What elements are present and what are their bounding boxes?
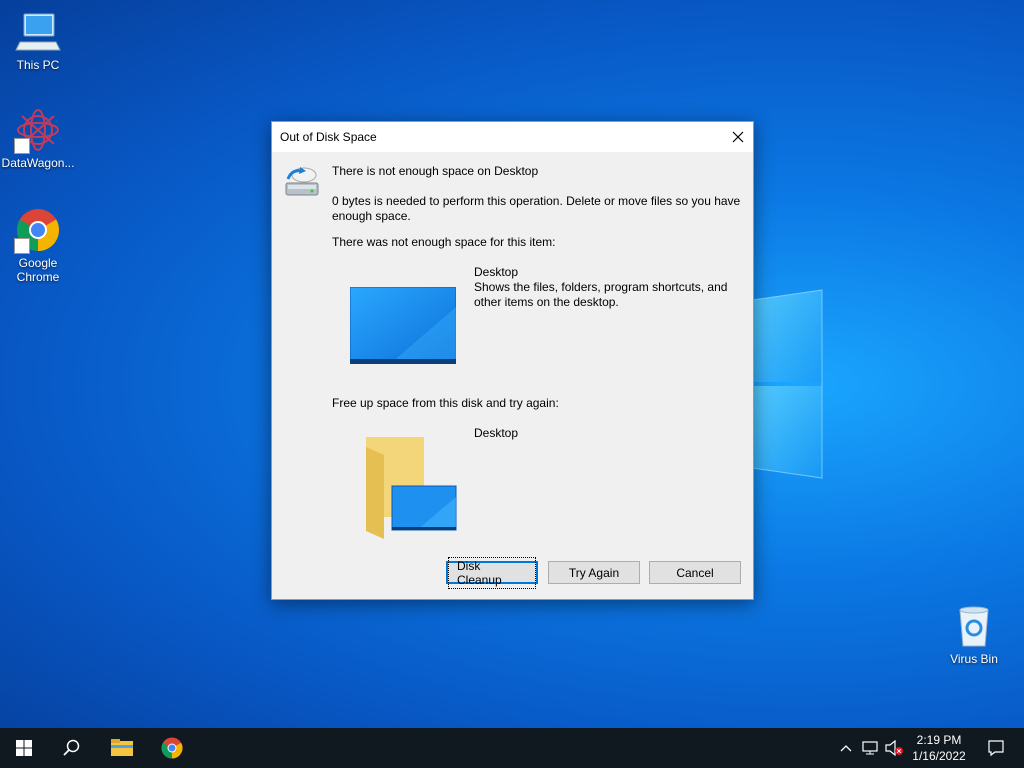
windows-start-icon <box>16 740 32 756</box>
shortcut-arrow-icon <box>14 138 30 154</box>
clock-time: 2:19 PM <box>916 733 962 747</box>
clock[interactable]: 2:19 PM 1/16/2022 <box>906 731 972 765</box>
disk-name: Desktop <box>474 426 519 440</box>
show-hidden-icons-button[interactable] <box>834 728 858 768</box>
chrome-icon <box>161 737 183 759</box>
try-again-button[interactable]: Try Again <box>548 561 640 584</box>
datawagon-icon <box>14 106 62 154</box>
desktop-icon-label: DataWagon... <box>1 156 75 170</box>
desktop-thumbnail-icon <box>350 287 456 364</box>
dialog-title: Out of Disk Space <box>280 130 377 144</box>
dialog-heading: There is not enough space on Desktop <box>332 164 539 178</box>
desktop-icon-label: Virus Bin <box>950 652 998 666</box>
item-name: Desktop <box>474 265 519 279</box>
disk-drive-icon <box>285 167 319 196</box>
network-icon <box>862 741 878 755</box>
desktop-folder-icon <box>366 437 457 539</box>
chrome-icon <box>14 206 62 254</box>
shortcut-arrow-icon <box>14 238 30 254</box>
close-icon <box>732 131 744 143</box>
disk-cleanup-button[interactable]: Disk Cleanup <box>446 556 538 589</box>
desktop-icon-google-chrome[interactable]: Google Chrome <box>0 206 76 284</box>
desktop-icon-this-pc[interactable]: This PC <box>0 8 76 72</box>
item-section-label: There was not enough space for this item… <box>332 235 556 249</box>
chevron-up-icon <box>840 745 852 752</box>
recycle-bin-icon <box>950 602 998 650</box>
search-icon <box>63 739 80 756</box>
network-button[interactable] <box>858 728 882 768</box>
search-button[interactable] <box>48 728 96 768</box>
dialog-titlebar[interactable]: Out of Disk Space <box>272 122 753 152</box>
desktop-icon-datawagon[interactable]: DataWagon... <box>0 106 76 170</box>
volume-muted-icon <box>885 740 903 756</box>
action-center-button[interactable] <box>976 728 1016 768</box>
taskbar: 2:19 PM 1/16/2022 <box>0 728 1024 768</box>
dialog-message: 0 bytes is needed to perform this operat… <box>332 194 741 223</box>
computer-icon <box>14 8 62 56</box>
close-button[interactable] <box>723 122 753 152</box>
volume-button[interactable] <box>882 728 906 768</box>
free-section-label: Free up space from this disk and try aga… <box>332 396 559 410</box>
disk-cleanup-label: Disk Cleanup <box>448 556 536 589</box>
clock-date: 1/16/2022 <box>912 749 966 763</box>
notification-icon <box>988 740 1004 757</box>
desktop-icon-virus-bin[interactable]: Virus Bin <box>936 602 1012 666</box>
desktop-icon-label: Google Chrome <box>16 256 60 284</box>
item-description: Shows the files, folders, program shortc… <box>474 280 728 309</box>
chrome-taskbar-button[interactable] <box>148 728 196 768</box>
folder-icon <box>111 739 133 756</box>
out-of-disk-space-dialog: Out of Disk Space There is not enough sp… <box>271 121 754 600</box>
file-explorer-button[interactable] <box>98 728 146 768</box>
desktop-icon-label: This PC <box>16 58 60 72</box>
cancel-button[interactable]: Cancel <box>649 561 741 584</box>
start-button[interactable] <box>0 728 48 768</box>
